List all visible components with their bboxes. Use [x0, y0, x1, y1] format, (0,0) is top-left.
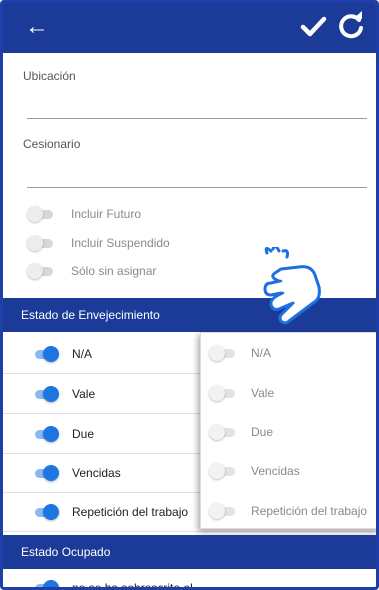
option-label: Incluir Futuro [71, 207, 142, 221]
toggle-switch[interactable] [209, 423, 237, 441]
check-icon[interactable] [299, 12, 327, 40]
popup-item-na[interactable]: N/A [201, 333, 376, 372]
popup-item-vencidas[interactable]: Vencidas [201, 451, 376, 490]
toggle-switch[interactable] [209, 462, 237, 480]
occupied-item-partial[interactable]: no se ha sobrescrito el [31, 579, 193, 590]
aging-item-label: Due [72, 427, 95, 441]
aging-item-label: N/A [72, 347, 93, 361]
toggle-switch[interactable] [31, 579, 59, 587]
toggle-switch[interactable] [209, 502, 237, 520]
option-label: Sólo sin asignar [71, 264, 157, 278]
aging-item-label: Vale [72, 387, 96, 401]
app-bar: ← [3, 3, 376, 53]
toggle-switch[interactable] [31, 503, 59, 521]
ubicacion-label: Ubicación [23, 69, 76, 83]
occupied-item-label: no se ha sobrescrito el [72, 581, 193, 590]
toggle-switch[interactable] [31, 345, 59, 363]
app-frame: ← Ubicación Cesionario Incluir Futuro In… [0, 0, 379, 590]
toggle-switch[interactable] [209, 384, 237, 402]
pointing-hand-icon [263, 247, 321, 325]
toggle-switch[interactable] [27, 262, 55, 280]
toggle-switch[interactable] [31, 425, 59, 443]
option-incluir-suspendido[interactable]: Incluir Suspendido [27, 234, 170, 252]
aging-item-label: Vencidas [72, 466, 121, 480]
option-solo-sin-asignar[interactable]: Sólo sin asignar [27, 262, 156, 280]
popup-item-label: Repetición del trabajo [251, 503, 368, 518]
popup-item-label: N/A [251, 345, 272, 360]
popup-item-label: Vencidas [251, 463, 300, 478]
refresh-icon[interactable] [335, 10, 367, 42]
toggle-switch[interactable] [27, 234, 55, 252]
disabled-options-overlay: N/A Vale Due Vencidas Repetición del tra… [200, 332, 376, 530]
cesionario-input[interactable] [27, 187, 367, 188]
popup-item-repeticion[interactable]: Repetición del trabajo [201, 491, 376, 530]
toggle-switch[interactable] [27, 205, 55, 223]
arrow-left-icon[interactable]: ← [25, 13, 49, 41]
section-header-occupied: Estado Ocupado [3, 535, 376, 569]
popup-item-vale[interactable]: Vale [201, 373, 376, 412]
popup-item-due[interactable]: Due [201, 412, 376, 451]
toggle-switch[interactable] [31, 464, 59, 482]
option-label: Incluir Suspendido [71, 236, 170, 250]
popup-item-label: Due [251, 424, 274, 439]
cesionario-label: Cesionario [23, 137, 81, 151]
option-incluir-futuro[interactable]: Incluir Futuro [27, 205, 141, 223]
toggle-switch[interactable] [31, 385, 59, 403]
ubicacion-input[interactable] [27, 118, 367, 119]
aging-item-label: Repetición del trabajo [72, 505, 189, 519]
toggle-switch[interactable] [209, 344, 237, 362]
popup-item-label: Vale [251, 385, 275, 400]
